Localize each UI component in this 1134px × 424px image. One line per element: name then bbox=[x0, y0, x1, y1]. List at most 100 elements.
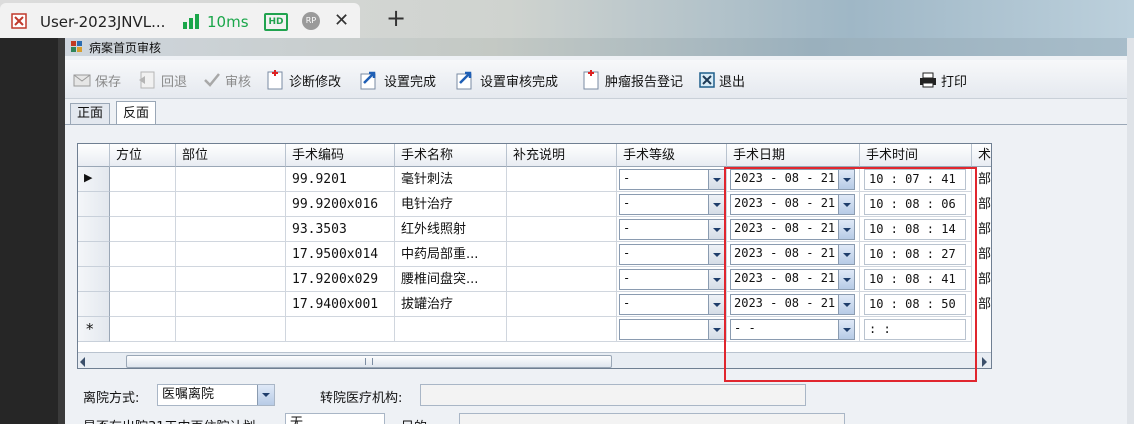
tab-front[interactable]: 正面 bbox=[70, 103, 111, 124]
cell-overflow[interactable]: 部 bbox=[978, 292, 991, 317]
audit-button[interactable]: 审核 bbox=[203, 69, 251, 91]
row-header[interactable]: * bbox=[78, 317, 110, 342]
cell-surgery-name[interactable]: 电针治疗 bbox=[395, 192, 507, 217]
cell-remark[interactable] bbox=[507, 167, 617, 192]
surgery-level-select[interactable]: - bbox=[619, 169, 725, 190]
surgery-time-input[interactable]: 10 : 07 : 41 bbox=[864, 169, 966, 190]
browser-tab[interactable]: User-2023JNVL... 10ms HD RP ✕ bbox=[0, 3, 360, 38]
cell-remark[interactable] bbox=[507, 267, 617, 292]
exit-button[interactable]: 退出 bbox=[699, 69, 745, 91]
chevron-down-icon[interactable] bbox=[708, 195, 724, 214]
cell-surgery-code[interactable] bbox=[286, 317, 395, 342]
row-header[interactable] bbox=[78, 292, 110, 317]
set-audit-complete-button[interactable]: 设置审核完成 bbox=[454, 69, 558, 91]
cell-surgery-name[interactable]: 腰椎间盘突... bbox=[395, 267, 507, 292]
cell-surgery-code[interactable]: 17.9400x001 bbox=[286, 292, 395, 317]
row-header[interactable] bbox=[78, 242, 110, 267]
new-tab-button[interactable]: + bbox=[386, 4, 406, 32]
surgery-level-select[interactable]: - bbox=[619, 219, 725, 240]
surgery-date-picker[interactable]: 2023 - 08 - 21 bbox=[730, 169, 855, 190]
cell-surgery-code[interactable]: 99.9201 bbox=[286, 167, 395, 192]
surgery-time-input[interactable]: 10 : 08 : 06 bbox=[864, 194, 966, 215]
scroll-thumb[interactable] bbox=[126, 355, 612, 368]
calendar-dropdown-icon[interactable] bbox=[838, 220, 854, 239]
cell-overflow[interactable]: 部 bbox=[978, 242, 991, 267]
cell-remark[interactable] bbox=[507, 292, 617, 317]
tumor-report-button[interactable]: 肿瘤报告登记 bbox=[581, 69, 683, 91]
cell-surgery-name[interactable]: 拔罐治疗 bbox=[395, 292, 507, 317]
calendar-dropdown-icon[interactable] bbox=[838, 295, 854, 314]
surgery-date-picker[interactable]: 2023 - 08 - 21 bbox=[730, 294, 855, 315]
tab-back[interactable]: 反面 bbox=[116, 101, 157, 126]
cell-surgery-code[interactable]: 17.9500x014 bbox=[286, 242, 395, 267]
close-tab-icon[interactable]: ✕ bbox=[334, 10, 349, 31]
cell-surgery-name[interactable] bbox=[395, 317, 507, 342]
cell-overflow[interactable]: 部 bbox=[978, 192, 991, 217]
cell-site[interactable] bbox=[176, 267, 286, 292]
cell-overflow[interactable]: 部 bbox=[978, 217, 991, 242]
surgery-level-select[interactable] bbox=[619, 319, 725, 340]
column-header-surgery-code[interactable]: 手术编码 bbox=[286, 144, 395, 167]
cell-direction[interactable] bbox=[110, 292, 176, 317]
cell-site[interactable] bbox=[176, 217, 286, 242]
surgery-level-select[interactable]: - bbox=[619, 194, 725, 215]
column-header-surgery-name[interactable]: 手术名称 bbox=[395, 144, 507, 167]
cell-direction[interactable] bbox=[110, 267, 176, 292]
cell-direction[interactable] bbox=[110, 192, 176, 217]
row-header[interactable] bbox=[78, 267, 110, 292]
chevron-down-icon[interactable] bbox=[708, 270, 724, 289]
cell-surgery-code[interactable]: 99.9200x016 bbox=[286, 192, 395, 217]
cell-overflow[interactable]: 部 bbox=[978, 167, 991, 192]
row-header[interactable] bbox=[78, 192, 110, 217]
column-header-surgery-level[interactable]: 手术等级 bbox=[617, 144, 727, 167]
calendar-dropdown-icon[interactable] bbox=[838, 195, 854, 214]
cell-remark[interactable] bbox=[507, 192, 617, 217]
chevron-down-icon[interactable] bbox=[708, 245, 724, 264]
cell-direction[interactable] bbox=[110, 317, 176, 342]
cell-remark[interactable] bbox=[507, 217, 617, 242]
column-header-site[interactable]: 部位 bbox=[176, 144, 286, 167]
surgery-date-picker[interactable]: 2023 - 08 - 21 bbox=[730, 244, 855, 265]
cell-surgery-name[interactable]: 毫针刺法 bbox=[395, 167, 507, 192]
cell-surgery-code[interactable]: 93.3503 bbox=[286, 217, 395, 242]
cell-site[interactable] bbox=[176, 242, 286, 267]
discharge-mode-select[interactable]: 医嘱离院 bbox=[157, 384, 275, 406]
cell-surgery-name[interactable]: 中药局部重... bbox=[395, 242, 507, 267]
surgery-date-picker[interactable]: 2023 - 08 - 21 bbox=[730, 194, 855, 215]
cell-site[interactable] bbox=[176, 192, 286, 217]
calendar-dropdown-icon[interactable] bbox=[838, 270, 854, 289]
surgery-level-select[interactable]: - bbox=[619, 294, 725, 315]
surgery-time-input[interactable]: 10 : 08 : 41 bbox=[864, 269, 966, 290]
cell-overflow[interactable]: 部 bbox=[978, 267, 991, 292]
surgery-time-input[interactable]: : : bbox=[864, 319, 966, 340]
chevron-down-icon[interactable] bbox=[708, 220, 724, 239]
column-header-surgery-date[interactable]: 手术日期 bbox=[727, 144, 860, 167]
surgery-level-select[interactable]: - bbox=[619, 269, 725, 290]
column-header-surgery-time[interactable]: 手术时间 bbox=[860, 144, 972, 167]
cell-remark[interactable] bbox=[507, 317, 617, 342]
diagnosis-edit-button[interactable]: 诊断修改 bbox=[265, 69, 341, 91]
chevron-down-icon[interactable] bbox=[708, 320, 724, 339]
column-header-overflow[interactable]: 术 bbox=[972, 144, 991, 167]
print-button[interactable]: 打印 bbox=[919, 69, 967, 91]
scroll-left-icon[interactable] bbox=[80, 357, 85, 367]
cell-remark[interactable] bbox=[507, 242, 617, 267]
cell-site[interactable] bbox=[176, 167, 286, 192]
surgery-level-select[interactable]: - bbox=[619, 244, 725, 265]
rollback-button[interactable]: 回退 bbox=[137, 69, 187, 91]
column-header-remark[interactable]: 补充说明 bbox=[507, 144, 617, 167]
chevron-down-icon[interactable] bbox=[257, 385, 274, 405]
calendar-dropdown-icon[interactable] bbox=[838, 320, 854, 339]
cell-surgery-code[interactable]: 17.9200x029 bbox=[286, 267, 395, 292]
column-header-direction[interactable]: 方位 bbox=[110, 144, 176, 167]
cell-direction[interactable] bbox=[110, 217, 176, 242]
surgery-date-picker[interactable]: - - bbox=[730, 319, 855, 340]
calendar-dropdown-icon[interactable] bbox=[838, 245, 854, 264]
surgery-date-picker[interactable]: 2023 - 08 - 21 bbox=[730, 269, 855, 290]
surgery-time-input[interactable]: 10 : 08 : 50 bbox=[864, 294, 966, 315]
cell-site[interactable] bbox=[176, 317, 286, 342]
purpose-input[interactable] bbox=[459, 413, 845, 424]
cell-direction[interactable] bbox=[110, 242, 176, 267]
rp-badge[interactable]: RP bbox=[302, 12, 320, 30]
row-header[interactable]: ▶ bbox=[78, 167, 110, 192]
